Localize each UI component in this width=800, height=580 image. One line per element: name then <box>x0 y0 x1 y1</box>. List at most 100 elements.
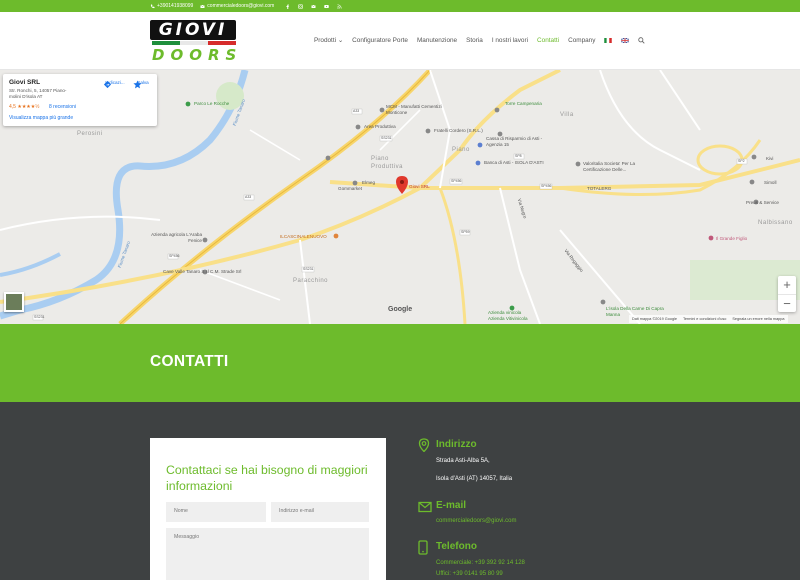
zoom-controls: + − <box>778 276 796 312</box>
address-line-1: Strada Asti-Alba 5A, <box>436 458 490 464</box>
youtube-icon[interactable] <box>324 4 330 9</box>
email-heading: E-mail <box>436 500 467 511</box>
larger-map-link[interactable]: Visualizza mappa più grande <box>9 115 73 121</box>
map-footer: Dati mappa ©2019 Google Termini e condiz… <box>629 315 788 323</box>
location-pin-icon[interactable] <box>396 176 408 194</box>
phone-icon <box>150 4 155 8</box>
form-title: Contattaci se hai bisogno di maggiori in… <box>166 463 368 493</box>
map-label: Elmeg <box>362 180 376 185</box>
nav-item-storia[interactable]: Storia <box>466 37 483 44</box>
italian-flag-icon[interactable] <box>604 37 613 43</box>
satellite-toggle-thumbnail[interactable] <box>4 292 24 312</box>
nav-item-contatti[interactable]: Contatti <box>537 37 559 44</box>
page-title: CONTATTI <box>150 353 229 370</box>
map-label: Piano Produttiva <box>371 156 404 170</box>
map-label: Fratelli Cordero (S.R.L.) <box>434 128 483 133</box>
nav-item-configuratore[interactable]: Configuratore Porte <box>352 37 408 44</box>
zoom-out-button[interactable]: − <box>778 294 796 312</box>
road-badge: A33 <box>245 195 252 199</box>
phone-office[interactable]: Uffici: +39 0141 95 80 99 <box>436 571 503 577</box>
logo-subtitle: DOORS <box>152 46 243 64</box>
map-label: Gommarket <box>338 186 362 191</box>
zoom-in-button[interactable]: + <box>778 276 796 294</box>
nav-item-manutenzione[interactable]: Manutenzione <box>417 37 457 44</box>
road-badge: A33 <box>353 109 360 113</box>
map-label: Paracchino <box>293 278 329 284</box>
top-phone[interactable]: +390141938099 <box>150 3 193 9</box>
map-label: Preus & Service <box>746 200 779 205</box>
directions-icon <box>103 80 112 89</box>
map-label: Nalbissano <box>758 220 793 226</box>
star-icon <box>133 80 142 89</box>
address-heading: Indirizzo <box>436 439 477 450</box>
envelope-icon <box>418 501 432 513</box>
uk-flag-icon[interactable] <box>621 37 630 43</box>
email-icon[interactable] <box>311 4 316 9</box>
nav-item-lavori[interactable]: I nostri lavori <box>492 37 528 44</box>
nav-item-company[interactable]: Company <box>568 37 595 44</box>
logo-italian-stripe <box>152 41 236 45</box>
rss-icon[interactable] <box>337 3 342 9</box>
phone-heading: Telefono <box>436 541 477 552</box>
giovi-doors-logo[interactable]: GIOVI DOORS <box>150 20 238 66</box>
mail-icon <box>200 4 205 8</box>
logo-wordmark: GIOVI <box>150 20 236 40</box>
chevron-down-icon: ⌄ <box>337 37 344 44</box>
email-link[interactable]: commercialedoors@giovi.com <box>436 518 516 524</box>
map-label: Torre Campenaria <box>505 101 542 106</box>
map-report-link[interactable]: Segnala un errore nella mappa <box>732 317 784 321</box>
map-label: TOTALERG <box>587 186 612 191</box>
map-label: Banca di Asti - ISOLA D'ASTI <box>484 160 544 165</box>
google-logo: Google <box>388 306 413 313</box>
top-email[interactable]: commercialedoors@giovi.com <box>200 3 274 9</box>
road-badge: SP2 <box>738 159 745 163</box>
map-label: C.M. Strade Srl <box>210 269 242 274</box>
map-label: Simoll <box>764 180 777 185</box>
mobile-phone-icon <box>418 540 428 555</box>
message-field[interactable]: Messaggio <box>166 528 369 580</box>
contact-section: Contattaci se hai bisogno di maggiori in… <box>0 402 800 580</box>
top-bar: +390141938099 commercialedoors@giovi.com <box>0 0 800 12</box>
email-field[interactable]: Indirizzo e-mail <box>271 502 369 522</box>
location-pin-icon <box>418 438 430 452</box>
map-label: Kivi <box>766 156 774 161</box>
map-label: Valoritalia Societa' Per La Certificazio… <box>583 161 636 172</box>
map-label: Cave Valle Tanaro S.r.l <box>163 269 210 274</box>
main-nav: Prodotti ⌄ Configuratore Porte Manutenzi… <box>314 36 646 44</box>
map-label: Parco Le Rocche <box>194 101 230 106</box>
site-header: GIOVI DOORS Prodotti ⌄ Configuratore Por… <box>0 12 800 70</box>
facebook-icon[interactable] <box>285 4 290 9</box>
map-label: Perosini <box>77 131 103 137</box>
road-badge: SS231 <box>303 267 314 271</box>
phone-commercial[interactable]: Commerciale: +39 392 92 14 128 <box>436 560 525 566</box>
contact-form: Contattaci se hai bisogno di maggiori in… <box>150 438 386 580</box>
road-badge: SS231 <box>34 315 45 319</box>
map-marker-label[interactable]: Giovi SRL <box>409 184 430 189</box>
save-button[interactable]: Salva <box>133 80 153 89</box>
place-title: Giovi SRL <box>9 79 41 86</box>
instagram-icon[interactable] <box>298 3 304 9</box>
search-icon[interactable] <box>638 36 646 44</box>
map-label: Villa <box>560 112 574 118</box>
road-badge: SP8 <box>515 154 522 158</box>
road-badge: SS231 <box>381 136 392 140</box>
google-map[interactable]: Parco Le Rocche Perosini MCM - Manufatti… <box>0 70 800 324</box>
road-badge: SP456 <box>169 254 180 258</box>
map-terms-link[interactable]: Termini e condizioni d'uso <box>683 317 726 321</box>
place-address: Str. Ronchi, 5, 14057 Piano-molini D'iso… <box>9 88 67 99</box>
place-reviews-link[interactable]: 8 recensioni <box>49 104 76 110</box>
road-badge: SP456 <box>451 179 462 183</box>
page-banner: CONTATTI <box>0 324 800 402</box>
name-field[interactable]: Nome <box>166 502 266 522</box>
directions-button[interactable]: Indicazi... <box>103 80 127 89</box>
map-label: Area Produttiva <box>364 124 396 129</box>
road-badge: SP59 <box>461 230 470 234</box>
nav-item-prodotti[interactable]: Prodotti ⌄ <box>314 36 343 44</box>
top-phone-text: +390141938099 <box>157 3 194 9</box>
map-label: ILCASCINALENUOVO <box>280 234 327 239</box>
map-label: Azienda vinicola Azienda Vitivinicola <box>488 310 528 321</box>
address-line-2: Isola d'Asti (AT) 14057, Italia <box>436 476 513 482</box>
map-label: Il Grande Figlio <box>716 236 748 241</box>
map-data-credit: Dati mappa ©2019 Google <box>632 317 678 321</box>
map-label: Piano <box>452 147 470 153</box>
